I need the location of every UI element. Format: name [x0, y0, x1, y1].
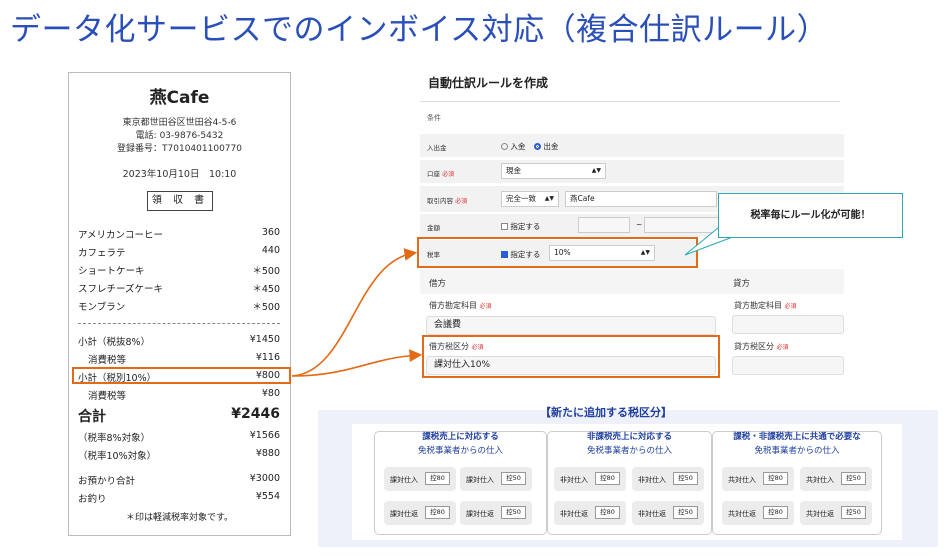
arrow-to-tax-kubun	[291, 349, 423, 377]
tax-column-title: 非課税売上に対応する	[586, 432, 672, 442]
account-label: 口座 必須	[427, 170, 455, 178]
tax-code-cell: 共対仕返 控80	[722, 501, 794, 525]
tax-column-title: 課税・非課税売上に共通で必要な	[733, 432, 861, 442]
tax-code-cell: 課対仕入 控50	[460, 467, 532, 491]
tax-code-cell: 課対仕返 控50	[460, 501, 532, 525]
tax-code-cell: 非対仕入 控80	[554, 467, 626, 491]
row-deposit: 入出金 入金 出金	[420, 134, 844, 157]
checkbox-off-icon	[501, 223, 508, 230]
form-divider	[420, 101, 840, 102]
tax-kubun-highlight-box	[422, 335, 720, 378]
condition-label: 条件	[427, 114, 441, 122]
tax-columns: 課税売上に対応する 免税事業者からの仕入 課対仕入 控80 課対仕入 控50 課対仕…	[352, 424, 902, 540]
deposit-label: 入出金	[427, 144, 447, 152]
tax-code-cell: 非対仕返 控50	[632, 501, 704, 525]
radio-deposit-out[interactable]: 出金	[534, 141, 558, 152]
match-select[interactable]: 完全一致 ▲▼	[501, 191, 559, 207]
tax-code-cell: 共対仕入 控50	[800, 467, 872, 491]
tax-column-title: 課税売上に対応する	[422, 432, 499, 442]
select-arrow-icon: ▲▼	[591, 167, 601, 174]
credit-account-input[interactable]	[732, 315, 844, 334]
debit-account-input[interactable]: 会議費	[426, 316, 716, 335]
debit-header: 借方	[429, 279, 447, 289]
radio-deposit-in[interactable]: 入金	[501, 141, 525, 152]
new-tax-panel-title: 【新たに追加する税区分】	[540, 406, 672, 419]
radio-on-icon	[534, 143, 541, 150]
tax-code-cell: 非対仕入 控50	[632, 467, 704, 491]
rule-form-title: 自動仕訳ルールを作成	[428, 76, 549, 90]
credit-tax-input[interactable]	[732, 356, 844, 375]
tax-code-cell: 共対仕返 控50	[800, 501, 872, 525]
content-label: 取引内容 必須	[427, 197, 468, 205]
tax-column-sub: 免税事業者からの仕入	[586, 446, 672, 456]
amount-tilde: ~	[636, 220, 643, 229]
tax-code-cell: 非対仕返 控80	[554, 501, 626, 525]
tax-code-cell: 課対仕入 控80	[384, 467, 456, 491]
account-select[interactable]: 現金 ▲▼	[501, 163, 606, 179]
tax-column-sub: 免税事業者からの仕入	[417, 446, 503, 456]
debit-account-label: 借方勘定科目 必須	[429, 301, 492, 310]
credit-tax-label: 貸方税区分 必須	[734, 342, 789, 351]
tax-column-sub: 免税事業者からの仕入	[754, 446, 840, 456]
select-arrow-icon: ▲▼	[544, 195, 554, 202]
entry-section-header: 借方 貸方	[420, 269, 844, 294]
credit-account-label: 貸方勘定科目 必須	[734, 301, 797, 310]
tax-code-cell: 共対仕入 控80	[722, 467, 794, 491]
callout: 税率毎にルール化が可能！	[718, 193, 903, 238]
credit-header: 貸方	[733, 279, 751, 289]
row-account: 口座 必須 現金 ▲▼	[420, 160, 844, 183]
amount-specify-checkbox[interactable]: 指定する	[501, 221, 540, 232]
amount-min-input[interactable]	[578, 217, 630, 233]
content-input[interactable]: 燕Cafe	[565, 191, 717, 207]
radio-off-icon	[501, 143, 508, 150]
amount-label: 金額	[427, 224, 440, 232]
tax-code-cell: 課対仕返 控80	[384, 501, 456, 525]
tax-rate-highlight-box	[417, 237, 698, 268]
